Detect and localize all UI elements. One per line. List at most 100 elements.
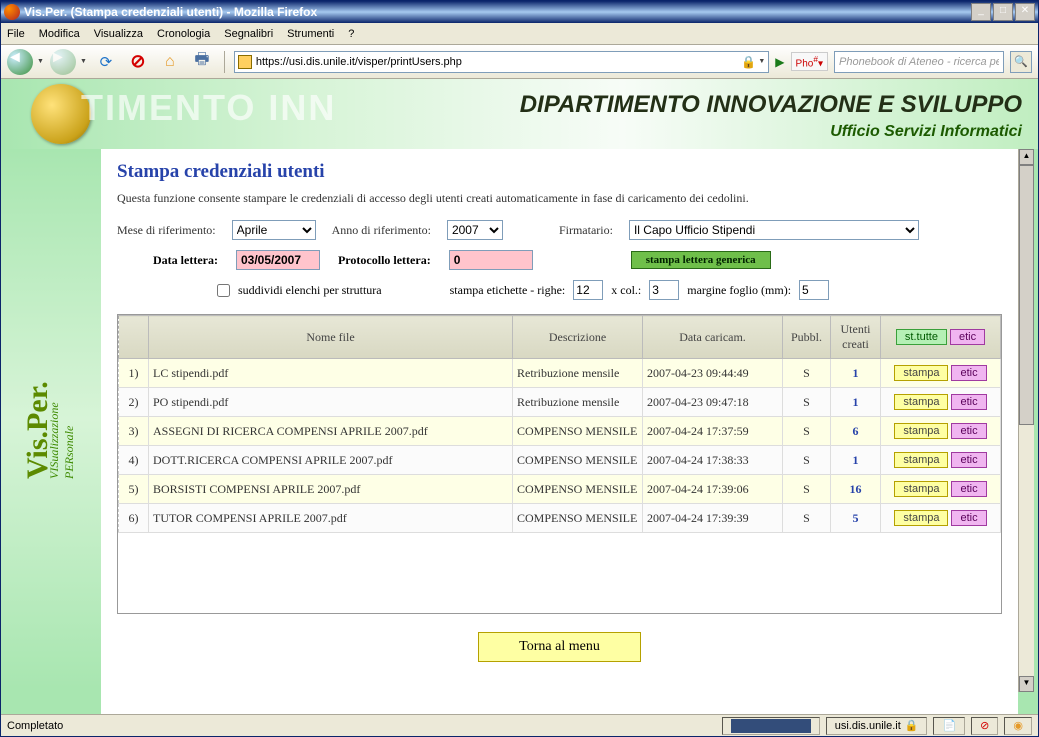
statusbar: Completato usi.dis.unile.it 🔒 📄 ⊘ ◉ (1, 714, 1038, 736)
margine-input[interactable] (799, 280, 829, 300)
sttutte-button[interactable]: st.tutte (896, 329, 947, 345)
cell-utenti: 16 (831, 475, 881, 504)
lock-icon: 🔒 (741, 55, 756, 69)
menu-cronologia[interactable]: Cronologia (157, 28, 210, 40)
status-ext2-icon[interactable]: ⊘ (971, 717, 998, 735)
menu-strumenti[interactable]: Strumenti (287, 28, 334, 40)
col-num (119, 316, 149, 359)
minimize-button[interactable]: _ (971, 3, 991, 21)
page-scrollbar[interactable]: ▲ ▼ (1018, 149, 1034, 692)
table-wrap[interactable]: Nome file Descrizione Data caricam. Pubb… (117, 314, 1002, 614)
mese-label: Mese di riferimento: (117, 223, 216, 238)
nav-back-button[interactable]: ◄ (7, 49, 33, 75)
mese-select[interactable]: Aprile (232, 220, 316, 240)
url-bar[interactable]: 🔒 ▼ (234, 51, 769, 73)
stampa-button[interactable]: stampa (894, 452, 948, 468)
menu-file[interactable]: File (7, 28, 25, 40)
page-description: Questa funzione consente stampare le cre… (117, 191, 1002, 206)
status-ext1-icon[interactable]: 📄 (933, 717, 965, 735)
menu-segnalibri[interactable]: Segnalibri (224, 28, 273, 40)
maximize-button[interactable]: □ (993, 3, 1013, 21)
righe-input[interactable] (573, 280, 603, 300)
cell-data: 2007-04-24 17:37:59 (643, 417, 783, 446)
anno-select[interactable]: 2007 (447, 220, 503, 240)
etic-button[interactable]: etic (951, 365, 986, 381)
toolbar-separator (224, 51, 225, 73)
nav-back-dropdown-icon[interactable]: ▼ (37, 58, 44, 65)
etic-button[interactable]: etic (951, 452, 986, 468)
main-content: Stampa credenziali utenti Questa funzion… (101, 149, 1018, 714)
reload-button[interactable]: ⟳ (93, 49, 119, 75)
cell-num: 6) (119, 504, 149, 533)
col-descr: Descrizione (513, 316, 643, 359)
search-input[interactable] (835, 56, 1003, 68)
stop-button[interactable]: ⊘ (125, 49, 151, 75)
protocollo-label: Protocollo lettera: (338, 253, 431, 268)
scroll-up-icon[interactable]: ▲ (1019, 149, 1034, 165)
close-button[interactable]: ✕ (1015, 3, 1035, 21)
etic-button[interactable]: etic (951, 510, 986, 526)
firefox-icon (4, 4, 20, 20)
cell-num: 4) (119, 446, 149, 475)
print-button[interactable]: 🖶 (189, 49, 215, 75)
search-button[interactable]: 🔍 (1010, 51, 1032, 73)
cell-nome: ASSEGNI DI RICERCA COMPENSI APRILE 2007.… (149, 417, 513, 446)
titlebar: Vis.Per. (Stampa credenziali utenti) - M… (1, 1, 1038, 23)
cell-descr: COMPENSO MENSILE (513, 417, 643, 446)
url-dropdown-icon[interactable]: ▼ (758, 58, 765, 65)
pho-badge[interactable]: Pho#▾ (791, 52, 828, 71)
table-row: 2)PO stipendi.pdfRetribuzione mensile200… (119, 388, 1001, 417)
etic-header-button[interactable]: etic (950, 329, 985, 345)
cell-pubbl: S (783, 475, 831, 504)
status-ext3-icon[interactable]: ◉ (1004, 717, 1032, 735)
etichette-label: stampa etichette - righe: (450, 283, 566, 298)
cell-pubbl: S (783, 388, 831, 417)
stampa-button[interactable]: stampa (894, 510, 948, 526)
viewport: TIMENTO INN DIPARTIMENTO INNOVAZIONE E S… (1, 79, 1038, 714)
anno-label: Anno di riferimento: (332, 223, 431, 238)
url-input[interactable] (256, 56, 738, 68)
office-subtitle: Ufficio Servizi Informatici (830, 123, 1022, 141)
status-text: Completato (7, 720, 63, 732)
sidebar-subtitle: VISualizzazione PERsonale (47, 402, 77, 479)
etic-button[interactable]: etic (951, 481, 986, 497)
cell-data: 2007-04-24 17:39:06 (643, 475, 783, 504)
go-button[interactable]: ▶ (775, 55, 784, 69)
stampa-button[interactable]: stampa (894, 365, 948, 381)
col-nome: Nome file (149, 316, 513, 359)
favicon-icon (238, 55, 252, 69)
stampa-button[interactable]: stampa (894, 394, 948, 410)
sidebar: Vis.Per. VISualizzazione PERsonale (1, 149, 101, 689)
torna-al-menu-button[interactable]: Torna al menu (478, 632, 641, 662)
stampa-lettera-generica-button[interactable]: stampa lettera generica (631, 251, 771, 269)
scroll-thumb[interactable] (1019, 165, 1034, 425)
menu-visualizza[interactable]: Visualizza (94, 28, 143, 40)
stampa-button[interactable]: stampa (894, 481, 948, 497)
search-box[interactable] (834, 51, 1004, 73)
col-input[interactable] (649, 280, 679, 300)
cell-descr: COMPENSO MENSILE (513, 504, 643, 533)
cell-descr: Retribuzione mensile (513, 359, 643, 388)
scroll-down-icon[interactable]: ▼ (1019, 676, 1034, 692)
menu-help[interactable]: ? (348, 28, 354, 40)
cell-nome: PO stipendi.pdf (149, 388, 513, 417)
cell-actions: stampa etic (881, 504, 1001, 533)
cell-pubbl: S (783, 504, 831, 533)
protocollo-input[interactable] (449, 250, 533, 270)
suddividi-checkbox[interactable] (217, 284, 230, 297)
department-title: DIPARTIMENTO INNOVAZIONE E SVILUPPO (520, 91, 1022, 119)
home-button[interactable]: ⌂ (157, 49, 183, 75)
cell-descr: Retribuzione mensile (513, 388, 643, 417)
etic-button[interactable]: etic (951, 423, 986, 439)
etic-button[interactable]: etic (951, 394, 986, 410)
col-pubbl: Pubbl. (783, 316, 831, 359)
data-lettera-input[interactable] (236, 250, 320, 270)
firmatario-select[interactable]: Il Capo Ufficio Stipendi (629, 220, 919, 240)
cell-actions: stampa etic (881, 475, 1001, 504)
row-options: suddividi elenchi per struttura stampa e… (217, 280, 1002, 300)
table-header-row: Nome file Descrizione Data caricam. Pubb… (119, 316, 1001, 359)
cell-actions: stampa etic (881, 446, 1001, 475)
menu-modifica[interactable]: Modifica (39, 28, 80, 40)
stampa-button[interactable]: stampa (894, 423, 948, 439)
cell-nome: DOTT.RICERCA COMPENSI APRILE 2007.pdf (149, 446, 513, 475)
